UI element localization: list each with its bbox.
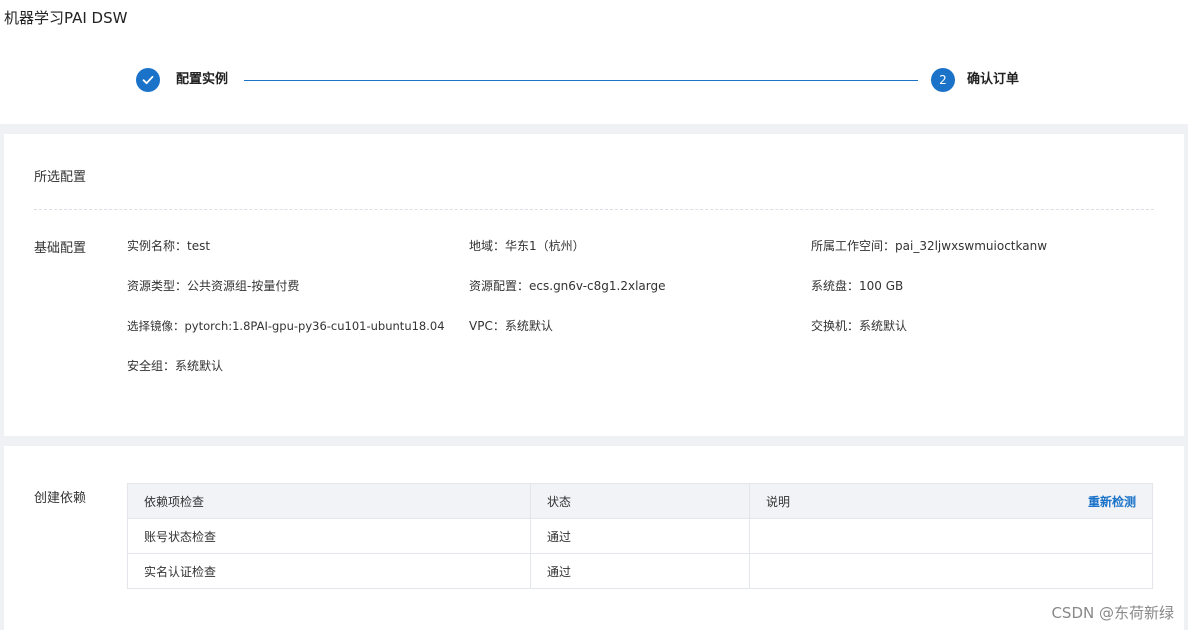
row-item: 账号状态检查: [127, 518, 531, 554]
table-header-row: 依赖项检查 状态 说明 重新检测: [127, 483, 1153, 519]
field-workspace: 所属工作空间：pai_32ljwxswmuioctkanw: [811, 239, 1048, 253]
header-item: 依赖项检查: [127, 483, 531, 519]
field-image: 选择镜像：pytorch:1.8PAI-gpu-py36-cu101-ubunt…: [127, 319, 445, 333]
row-status: 通过: [530, 553, 750, 589]
row-note: [749, 518, 1153, 554]
step-1-circle: [136, 68, 160, 92]
table-row: 账号状态检查 通过: [127, 518, 1153, 554]
field-security-group: 安全组：系统默认: [127, 359, 224, 373]
field-instance-name: 实例名称：test: [127, 239, 211, 253]
recheck-link[interactable]: 重新检测: [1088, 493, 1136, 510]
row-note: [749, 553, 1153, 589]
row-status: 通过: [530, 518, 750, 554]
header-note: 说明 重新检测: [749, 483, 1153, 519]
watermark: CSDN @东荷新绿: [1051, 604, 1174, 622]
dependency-table: 依赖项检查 状态 说明 重新检测 账号状态检查 通过 实名认证检查 通过: [127, 483, 1153, 589]
header-note-label: 说明: [766, 494, 791, 509]
field-system-disk: 系统盘：100 GB: [811, 279, 904, 293]
check-icon: [142, 75, 154, 85]
table-row: 实名认证检查 通过: [127, 553, 1153, 589]
selected-config-card: 所选配置 基础配置 实例名称：test 地域：华东1（杭州） 所属工作空间：pa…: [4, 134, 1184, 436]
field-region: 地域：华东1（杭州）: [469, 239, 585, 253]
row-item: 实名认证检查: [127, 553, 531, 589]
field-vswitch: 交换机：系统默认: [811, 319, 908, 333]
field-vpc: VPC：系统默认: [469, 319, 553, 333]
step-2-label: 确认订单: [967, 72, 1020, 87]
divider: [34, 209, 1154, 210]
step-indicator: 配置实例 2 确认订单: [136, 68, 1036, 92]
app-title: 机器学习PAI DSW: [4, 9, 128, 27]
field-resource-type: 资源类型：公共资源组-按量付费: [127, 279, 300, 293]
basic-config-label: 基础配置: [34, 241, 87, 256]
section-title: 所选配置: [34, 170, 87, 185]
top-bar: 机器学习PAI DSW 配置实例 2 确认订单: [0, 0, 1188, 124]
header-status: 状态: [530, 483, 750, 519]
step-connector: [244, 80, 918, 81]
dependencies-card: 创建依赖 依赖项检查 状态 说明 重新检测 账号状态检查 通过 实名认证检查 通…: [4, 446, 1184, 630]
step-1-label: 配置实例: [176, 72, 229, 87]
dependencies-label: 创建依赖: [34, 491, 87, 506]
step-2-circle: 2: [931, 68, 955, 92]
field-resource-spec: 资源配置：ecs.gn6v-c8g1.2xlarge: [469, 279, 666, 293]
